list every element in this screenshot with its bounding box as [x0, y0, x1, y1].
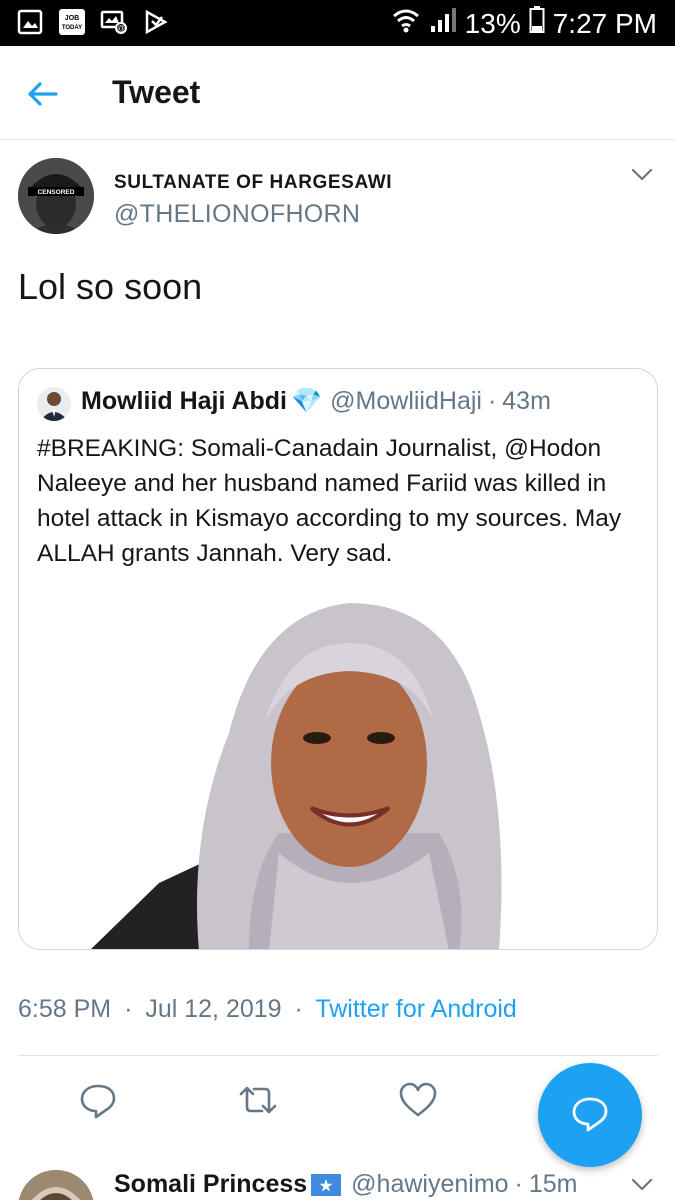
play-store-icon — [142, 8, 170, 36]
author-avatar[interactable]: CENSORED — [18, 158, 94, 234]
chevron-down-icon[interactable] — [631, 168, 653, 182]
quoted-author-handle: @MowliidHaji — [330, 387, 482, 415]
quoted-tweet-header: Mowliid Haji Abdi 💎 @MowliidHaji · 43m — [81, 387, 551, 416]
diamond-icon: 💎 — [291, 387, 323, 415]
quoted-tweet-photo[interactable] — [19, 583, 657, 949]
tweet-meta: 6:58 PM · Jul 12, 2019 · Twitter for And… — [18, 995, 517, 1024]
like-icon[interactable] — [398, 1080, 438, 1120]
compose-reply-button[interactable] — [538, 1063, 642, 1167]
author-name[interactable]: SULTANATE OF HARGESAWI — [114, 172, 392, 194]
gallery-icon — [16, 8, 44, 36]
separator-dot: · — [514, 1170, 523, 1198]
clock: 7:27 PM — [552, 7, 657, 39]
quoted-author-avatar — [37, 387, 71, 421]
divider — [18, 1055, 658, 1056]
separator-dot: · — [124, 995, 133, 1023]
tweet-date: Jul 12, 2019 — [145, 995, 282, 1023]
quoted-tweet-time: 43m — [502, 387, 551, 415]
quoted-author-name: Mowliid Haji Abdi — [81, 387, 288, 415]
separator-dot: · — [294, 995, 303, 1023]
reply-author-handle[interactable]: @hawiyenimo — [351, 1170, 508, 1199]
reply-author-name[interactable]: Somali Princess — [114, 1170, 307, 1199]
svg-text:JOB: JOB — [65, 15, 79, 22]
separator-dot: · — [487, 387, 497, 415]
back-arrow-icon[interactable] — [24, 76, 60, 112]
chevron-down-icon[interactable] — [631, 1178, 653, 1192]
tweet-timestamp: 6:58 PM — [18, 995, 112, 1023]
svg-text:TODAY: TODAY — [62, 25, 82, 31]
reply-icon[interactable] — [78, 1080, 118, 1120]
compose-reply-icon — [570, 1093, 610, 1138]
author-handle[interactable]: @THELIONOFHORN — [114, 200, 360, 229]
quoted-tweet-card[interactable]: Mowliid Haji Abdi 💎 @MowliidHaji · 43m #… — [18, 368, 658, 950]
tweet-source-link[interactable]: Twitter for Android — [315, 995, 516, 1023]
signal-icon — [429, 6, 457, 41]
reply-author-avatar[interactable] — [18, 1170, 94, 1200]
battery-percent: 13% — [464, 7, 521, 39]
censored-label: CENSORED — [38, 189, 75, 196]
svg-text:@: @ — [117, 24, 125, 33]
status-bar: JOB TODAY @ 13% 7:27 PM — [0, 0, 675, 46]
battery-icon — [529, 6, 545, 41]
reply-header: Somali Princess @hawiyenimo · 15m — [114, 1170, 578, 1199]
retweet-icon[interactable] — [238, 1080, 278, 1120]
somalia-flag-icon — [311, 1173, 342, 1196]
page-title: Tweet — [112, 74, 201, 110]
screen-mail-icon: @ — [100, 8, 128, 36]
wifi-icon — [391, 6, 421, 41]
job-today-icon: JOB TODAY — [58, 8, 86, 36]
quoted-tweet-text: #BREAKING: Somali-Canadain Journalist, @… — [37, 435, 622, 567]
app-bar: Tweet — [0, 46, 675, 140]
tweet-text: Lol so soon — [18, 266, 203, 307]
reply-time: 15m — [528, 1170, 578, 1198]
